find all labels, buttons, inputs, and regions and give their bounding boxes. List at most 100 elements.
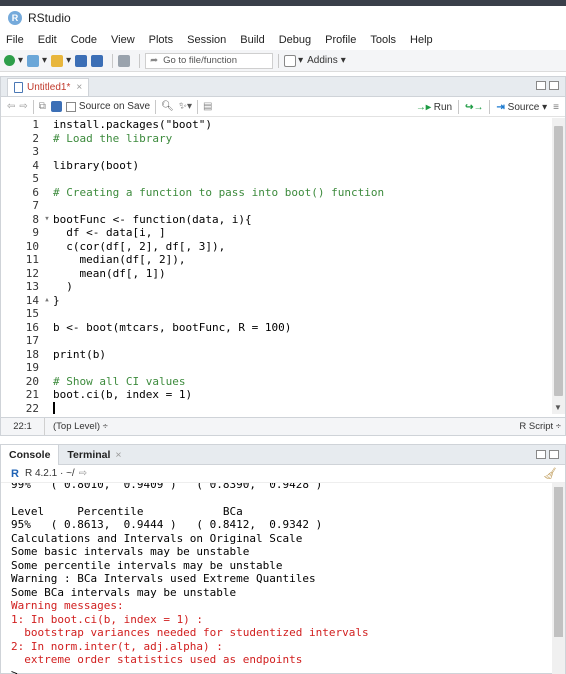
go-to-directory-icon[interactable]: ⇨ (79, 468, 87, 479)
code-line[interactable]: 2 # Load the library (1, 132, 553, 146)
fold-toggle-icon[interactable] (41, 334, 53, 348)
fold-toggle-icon[interactable]: ▾ (41, 213, 53, 227)
code-line[interactable]: 14 ▴} (1, 294, 553, 308)
scrollbar-thumb[interactable] (554, 487, 563, 637)
scrollbar-thumb[interactable] (554, 126, 563, 396)
line-number: 13 (25, 280, 39, 293)
open-file-button[interactable]: ▾ (51, 53, 71, 69)
fold-toggle-icon[interactable] (41, 145, 53, 159)
tab-console[interactable]: Console (1, 444, 60, 465)
menu-edit[interactable]: Edit (38, 34, 57, 46)
fold-toggle-icon[interactable] (41, 240, 53, 254)
maximize-pane-icon[interactable] (549, 450, 559, 459)
line-number: 12 (25, 266, 39, 280)
menu-view[interactable]: View (111, 34, 135, 46)
fold-toggle-icon[interactable] (41, 388, 53, 402)
code-line[interactable]: 18 print(b) (1, 348, 553, 362)
menu-build[interactable]: Build (240, 34, 264, 46)
code-line[interactable]: 13 ) (1, 280, 553, 294)
line-number: 19 (25, 361, 39, 374)
console-scrollbar[interactable] (552, 483, 565, 674)
fold-toggle-icon[interactable] (41, 159, 53, 173)
source-button[interactable]: ⇥ Source ▾ (496, 102, 547, 113)
editor-scrollbar[interactable]: ▼ (552, 118, 565, 414)
document-outline-icon[interactable]: ▤ (203, 101, 212, 112)
workspace-panes-button[interactable]: ▾ (284, 53, 303, 69)
minimize-pane-icon[interactable] (536, 81, 546, 90)
fold-toggle-icon[interactable] (41, 348, 53, 362)
close-icon[interactable]: × (76, 82, 82, 93)
code-line[interactable]: 17 (1, 334, 553, 348)
code-line[interactable]: 4 library(boot) (1, 159, 553, 173)
code-line[interactable]: 12 mean(df[, 1]) (1, 267, 553, 281)
code-line[interactable]: 20 # Show all CI values (1, 375, 553, 389)
tab-untitled1[interactable]: Untitled1* × (7, 78, 90, 96)
code-line[interactable]: 3 (1, 145, 553, 159)
goto-file-input[interactable]: ➦ Go to file/function (145, 52, 274, 69)
menu-plots[interactable]: Plots (149, 34, 173, 46)
fold-toggle-icon[interactable] (41, 402, 53, 415)
fold-toggle-icon[interactable] (41, 226, 53, 240)
fold-toggle-icon[interactable] (41, 186, 53, 200)
outline-list-icon[interactable]: ≡ (553, 102, 559, 113)
fold-toggle-icon[interactable]: ▴ (41, 294, 53, 308)
menu-tools[interactable]: Tools (370, 34, 396, 46)
scope-selector[interactable]: (Top Level) ÷ (53, 421, 108, 432)
menu-debug[interactable]: Debug (279, 34, 311, 46)
fold-toggle-icon[interactable] (41, 307, 53, 321)
close-icon[interactable]: × (115, 449, 121, 461)
menu-file[interactable]: File (6, 34, 24, 46)
show-in-window-icon[interactable]: ⧉ (39, 101, 46, 112)
menu-code[interactable]: Code (71, 34, 97, 46)
fold-toggle-icon[interactable] (41, 321, 53, 335)
minimize-pane-icon[interactable] (536, 450, 546, 459)
code-line[interactable]: 8 ▾ bootFunc <- function(data, i){ (1, 213, 553, 227)
code-editor[interactable]: 1 install.packages("boot") 2 # Load the lib… (1, 118, 553, 414)
forward-icon[interactable]: ⇨ (19, 101, 27, 112)
search-icon[interactable]: 🔍︎ (161, 101, 174, 112)
tab-terminal[interactable]: Terminal × (59, 445, 129, 465)
code-line[interactable]: 5 (1, 172, 553, 186)
code-line[interactable]: 9 df <- data[i, ] (1, 226, 553, 240)
maximize-pane-icon[interactable] (549, 81, 559, 90)
fold-toggle-icon[interactable] (41, 280, 53, 294)
code-line[interactable]: 16 b <- boot(mtcars, bootFunc, R = 100) (1, 321, 553, 335)
fold-toggle-icon[interactable] (41, 253, 53, 267)
code-line[interactable]: 19 (1, 361, 553, 375)
code-line[interactable]: 10 c(cor(df[, 2], df[, 3]), (1, 240, 553, 254)
code-line[interactable]: 6 # Creating a function to pass into boot… (1, 186, 553, 200)
save-icon[interactable] (50, 101, 62, 112)
menu-profile[interactable]: Profile (325, 34, 356, 46)
wand-icon[interactable]: ✨︎▾ (179, 101, 192, 112)
save-all-button[interactable] (91, 53, 104, 69)
back-icon[interactable]: ⇦ (7, 101, 15, 112)
new-file-button[interactable]: ▾ (4, 53, 23, 69)
fold-toggle-icon[interactable] (41, 267, 53, 281)
new-project-button[interactable]: ▾ (27, 53, 47, 69)
code-line[interactable]: 11 median(df[, 2]), (1, 253, 553, 267)
code-line[interactable]: 22 (1, 401, 553, 415)
fold-toggle-icon[interactable] (41, 375, 53, 389)
addins-button[interactable]: Addins ▾ (307, 53, 346, 69)
fold-toggle-icon[interactable] (41, 199, 53, 213)
fold-toggle-icon[interactable] (41, 361, 53, 375)
run-button[interactable]: →▸ Run (416, 102, 452, 113)
clear-console-icon[interactable]: 🧹︎ (543, 467, 557, 480)
save-button[interactable] (75, 53, 88, 69)
menu-session[interactable]: Session (187, 34, 226, 46)
file-type-selector[interactable]: R Script ÷ (519, 421, 561, 432)
fold-toggle-icon[interactable] (41, 172, 53, 186)
code-line[interactable]: 21 boot.ci(b, index = 1) (1, 388, 553, 402)
rerun-button[interactable]: ↪︎→ (465, 102, 483, 113)
menu-help[interactable]: Help (410, 34, 433, 46)
run-label: Run (433, 101, 453, 113)
code-line[interactable]: 7 (1, 199, 553, 213)
fold-toggle-icon[interactable] (41, 132, 53, 146)
console-output[interactable]: 99% ( 0.8010, 0.9409 ) ( 0.8390, 0.9428 … (1, 483, 553, 674)
code-line[interactable]: 1 install.packages("boot") (1, 118, 553, 132)
print-button[interactable] (118, 53, 131, 69)
fold-toggle-icon[interactable] (41, 118, 53, 132)
scroll-down-icon[interactable]: ▼ (554, 403, 562, 412)
source-on-save-checkbox[interactable] (65, 101, 76, 112)
code-line[interactable]: 15 (1, 307, 553, 321)
